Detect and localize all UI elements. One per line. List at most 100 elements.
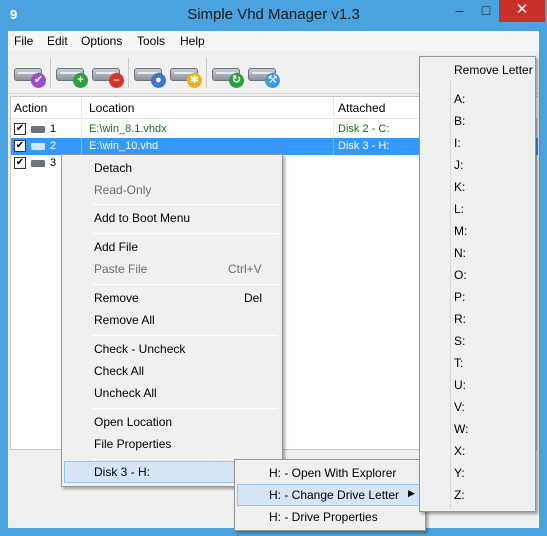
menu-help[interactable]: Help	[180, 34, 205, 48]
menu-item-change-drive-letter[interactable]: H: - Change Drive Letter ▶	[237, 484, 423, 506]
row-index: 3	[50, 157, 57, 169]
menu-item-label: V:	[454, 400, 465, 414]
menu-item-drive-letter[interactable]: T:	[422, 352, 533, 374]
menu-item-drive-letter[interactable]: N:	[422, 242, 533, 264]
menu-item-drive-letter[interactable]: Z:	[422, 484, 533, 506]
menu-item-label: P:	[454, 290, 466, 304]
menu-separator	[92, 204, 278, 205]
menu-item-label: W:	[454, 422, 469, 436]
cell-divider	[81, 121, 82, 138]
menu-item-open-location[interactable]: Open Location	[64, 411, 280, 433]
column-location[interactable]: Location	[89, 101, 134, 115]
menu-item-check-all[interactable]: Check All	[64, 360, 280, 382]
toolbar-separator	[128, 58, 129, 88]
menu-item-label: Add File	[94, 240, 139, 254]
menu-item-drive-letter[interactable]: M:	[422, 220, 533, 242]
menu-item-remove[interactable]: Remove Del	[64, 287, 280, 309]
close-button[interactable]: ✕	[499, 0, 545, 22]
check-disk-button[interactable]: ✔	[12, 58, 46, 88]
menu-item-label: K:	[454, 180, 466, 194]
menu-item-paste-file[interactable]: Paste File Ctrl+V	[64, 258, 280, 280]
row-index: 2	[50, 140, 57, 152]
menu-item-uncheck-all[interactable]: Uncheck All	[64, 382, 280, 404]
menu-item-drive-letter[interactable]: U:	[422, 374, 533, 396]
column-divider[interactable]	[81, 97, 82, 119]
menu-item-add-to-boot-menu[interactable]: Add to Boot Menu	[64, 207, 280, 229]
menu-item-file-properties[interactable]: File Properties	[64, 433, 280, 455]
tools-disk-button[interactable]: ⚒	[246, 58, 280, 88]
row-checkbox[interactable]: ✔	[14, 157, 26, 169]
menu-item-drive-letter[interactable]: K:	[422, 176, 533, 198]
column-attached[interactable]: Attached	[338, 101, 385, 115]
menu-separator	[92, 233, 278, 234]
menu-edit[interactable]: Edit	[47, 34, 68, 48]
menu-item-read-only[interactable]: Read-Only	[64, 179, 280, 201]
menu-item-label: Z:	[454, 488, 465, 502]
drive-icon	[31, 143, 45, 150]
menu-item-label: N:	[454, 246, 466, 260]
menu-item-drive-letter[interactable]: X:	[422, 440, 533, 462]
menu-item-drive-letter[interactable]: L:	[422, 198, 533, 220]
maximize-button[interactable]: □	[473, 0, 499, 22]
refresh-disk-button[interactable]: ↻	[210, 58, 244, 88]
menu-item-drive-letter[interactable]: B:	[422, 110, 533, 132]
menu-item-drive-letter[interactable]: I:	[422, 132, 533, 154]
menu-item-check-uncheck[interactable]: Check - Uncheck	[64, 338, 280, 360]
menu-item-label: L:	[454, 202, 465, 216]
menu-item-open-with-explorer[interactable]: H: - Open With Explorer	[237, 462, 423, 484]
menu-item-label: Remove Letter	[454, 63, 533, 77]
context-menu: Detach Read-Only Add to Boot Menu Add Fi…	[61, 154, 283, 487]
add-disk-button[interactable]: +	[54, 58, 88, 88]
disk-submenu: H: - Open With Explorer H: - Change Driv…	[234, 459, 426, 531]
menu-item-drive-letter[interactable]: V:	[422, 396, 533, 418]
row-checkbox[interactable]: ✔	[14, 123, 26, 135]
menu-item-label: H: - Change Drive Letter	[269, 488, 400, 502]
title-bar[interactable]: 9 Simple Vhd Manager v1.3 – □ ✕	[0, 0, 547, 31]
wrench-icon: ⚒	[265, 73, 280, 88]
menu-separator	[92, 335, 278, 336]
menu-item-drive-properties[interactable]: H: - Drive Properties	[237, 506, 423, 528]
menu-item-label: Check - Uncheck	[94, 342, 186, 356]
menu-item-drive-letter[interactable]: S:	[422, 330, 533, 352]
minimize-button[interactable]: –	[446, 0, 473, 22]
remove-disk-button[interactable]: –	[90, 58, 124, 88]
menu-item-label: Uncheck All	[94, 386, 157, 400]
settings-disk-button[interactable]: ✱	[168, 58, 202, 88]
menu-item-label: X:	[454, 444, 466, 458]
search-disk-button[interactable]: ●	[132, 58, 166, 88]
menu-item-label: Check All	[94, 364, 145, 378]
row-index: 1	[50, 123, 57, 135]
menu-item-label: Add to Boot Menu	[94, 211, 191, 225]
menu-item-label: H: - Open With Explorer	[269, 466, 397, 480]
menu-file[interactable]: File	[14, 34, 33, 48]
menu-item-label: Remove	[94, 291, 139, 305]
menu-item-remove-letter[interactable]: Remove Letter	[422, 59, 533, 81]
menu-item-drive-letter[interactable]: A:	[422, 88, 533, 110]
drive-icon	[31, 160, 45, 167]
menu-item-label: B:	[454, 114, 466, 128]
column-action[interactable]: Action	[14, 101, 47, 115]
menu-item-label: U:	[454, 378, 466, 392]
menu-item-label: O:	[454, 268, 467, 282]
menu-item-drive-letter[interactable]: J:	[422, 154, 533, 176]
menu-tools[interactable]: Tools	[137, 34, 165, 48]
submenu-arrow-icon: ▶	[408, 488, 415, 498]
menu-item-label: Disk 3 - H:	[94, 465, 151, 479]
cell-divider	[333, 138, 334, 155]
drive-letter-menu: Remove Letter A: B: I: J: K: L: M: N: O: P: R: S: T:…	[419, 56, 536, 512]
menu-item-drive-letter[interactable]: W:	[422, 418, 533, 440]
menu-item-detach[interactable]: Detach	[64, 157, 280, 179]
menu-item-label: H: - Drive Properties	[269, 510, 378, 524]
menu-item-label: I:	[454, 136, 461, 150]
column-divider[interactable]	[333, 97, 334, 119]
menu-item-drive-letter[interactable]: P:	[422, 286, 533, 308]
menu-item-add-file[interactable]: Add File	[64, 236, 280, 258]
row-checkbox[interactable]: ✔	[14, 140, 26, 152]
menu-item-drive-letter[interactable]: O:	[422, 264, 533, 286]
cell-divider	[81, 138, 82, 155]
menu-item-drive-letter[interactable]: Y:	[422, 462, 533, 484]
menu-options[interactable]: Options	[81, 34, 122, 48]
menu-item-remove-all[interactable]: Remove All	[64, 309, 280, 331]
menu-separator	[92, 284, 278, 285]
menu-item-drive-letter[interactable]: R:	[422, 308, 533, 330]
